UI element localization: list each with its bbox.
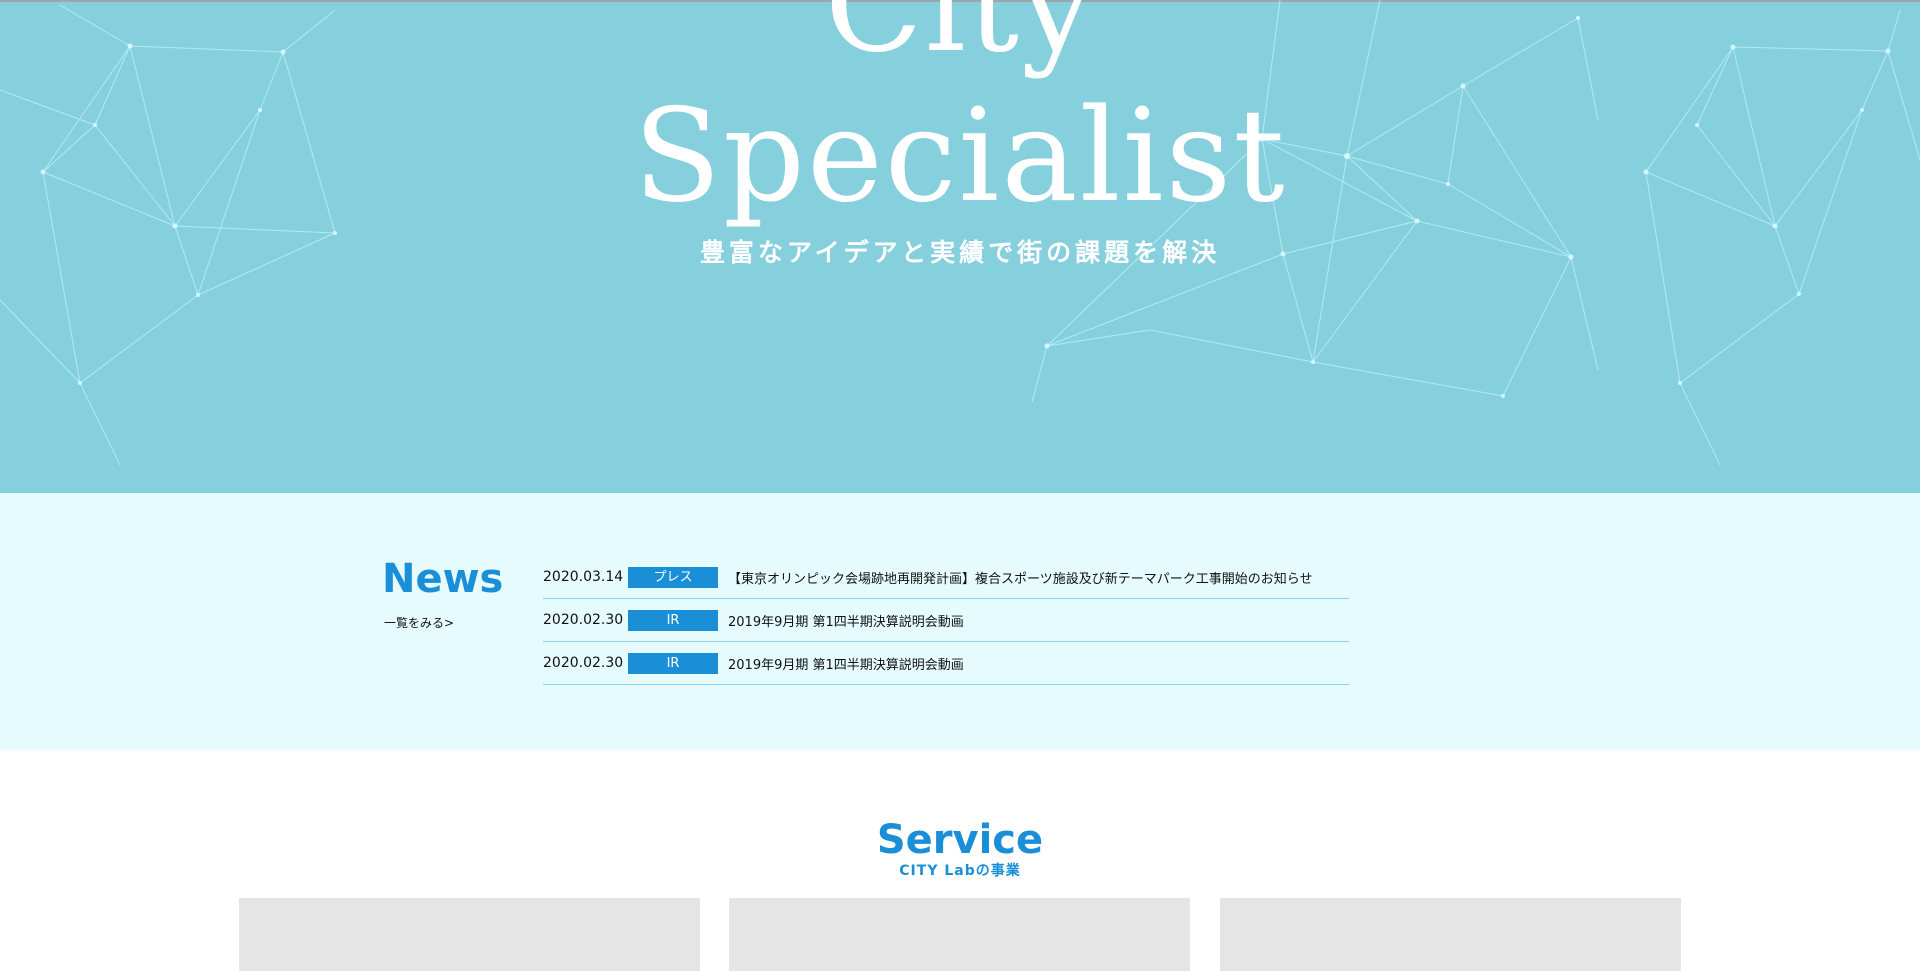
page: City Specialist 豊富なアイデアと実績で街の課題を解決 News … bbox=[0, 0, 1920, 971]
service-heading: Service bbox=[876, 817, 1044, 863]
hero-title-line1: City bbox=[824, 0, 1096, 81]
news-item[interactable]: 2020.03.14 プレス 【東京オリンピック会場跡地再開発計画】複合スポーツ… bbox=[543, 556, 1349, 599]
news-section: News 一覧をみる> 2020.03.14 プレス 【東京オリンピック会場跡地… bbox=[0, 493, 1920, 750]
news-more-link[interactable]: 一覧をみる> bbox=[384, 614, 454, 631]
hero-section: City Specialist 豊富なアイデアと実績で街の課題を解決 bbox=[0, 0, 1920, 493]
service-card[interactable] bbox=[1220, 898, 1681, 971]
service-card[interactable] bbox=[239, 898, 700, 971]
service-subheading: CITY Labの事業 bbox=[899, 863, 1021, 879]
service-section: Service CITY Labの事業 bbox=[0, 750, 1920, 971]
news-category-badge: プレス bbox=[628, 566, 718, 588]
news-heading: News bbox=[382, 556, 504, 602]
news-category-badge: IR bbox=[628, 652, 718, 674]
news-date: 2020.03.14 bbox=[543, 569, 624, 585]
news-item[interactable]: 2020.02.30 IR 2019年9月期 第1四半期決算説明会動画 bbox=[543, 642, 1349, 685]
news-category-badge: IR bbox=[628, 609, 718, 631]
service-card[interactable] bbox=[729, 898, 1190, 971]
news-date: 2020.02.30 bbox=[543, 612, 624, 628]
hero-subtitle: 豊富なアイデアと実績で街の課題を解決 bbox=[699, 238, 1221, 267]
news-list: 2020.03.14 プレス 【東京オリンピック会場跡地再開発計画】複合スポーツ… bbox=[543, 556, 1349, 685]
news-date: 2020.02.30 bbox=[543, 655, 624, 671]
news-title-link[interactable]: 2019年9月期 第1四半期決算説明会動画 bbox=[728, 611, 964, 630]
news-item[interactable]: 2020.02.30 IR 2019年9月期 第1四半期決算説明会動画 bbox=[543, 599, 1349, 642]
news-title-link[interactable]: 2019年9月期 第1四半期決算説明会動画 bbox=[728, 654, 964, 673]
news-title-link[interactable]: 【東京オリンピック会場跡地再開発計画】複合スポーツ施設及び新テーマパーク工事開始… bbox=[728, 568, 1312, 587]
hero-title-line2: Specialist bbox=[633, 82, 1287, 231]
